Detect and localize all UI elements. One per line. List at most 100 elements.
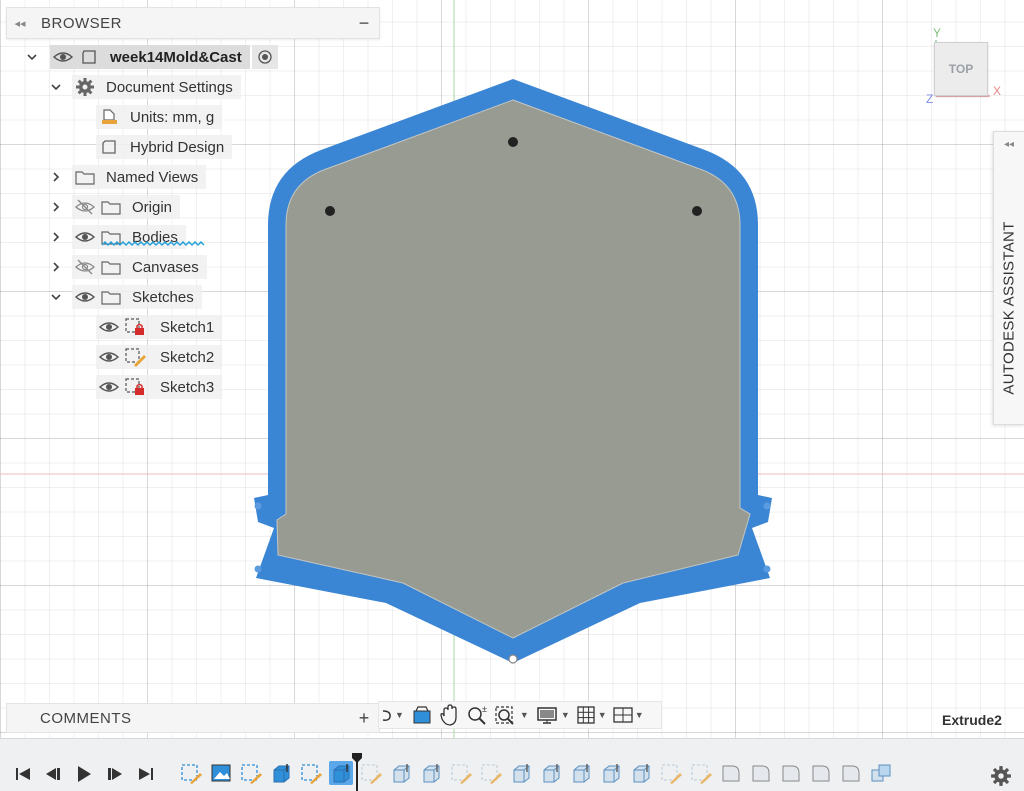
tree-item-document-settings[interactable]: Document Settings [48, 75, 241, 99]
tree-item-bodies[interactable]: Bodies [48, 225, 205, 249]
x-axis-label: X [993, 84, 1002, 98]
timeline-feature-sketch-icon[interactable] [479, 761, 503, 785]
tree-item-sketch1[interactable]: Sketch1 [96, 315, 223, 339]
pin-hole [325, 206, 335, 216]
timeline-feature-sketch-icon[interactable] [689, 761, 713, 785]
timeline-settings-gear-icon[interactable] [988, 763, 1014, 789]
vertex-point [763, 565, 771, 573]
sketch-locked-icon [122, 375, 148, 399]
component-icon [76, 45, 102, 69]
eye-hidden-icon[interactable] [72, 195, 98, 219]
tree-item-canvases[interactable]: Canvases [48, 255, 207, 279]
units-label: Units: mm, g [130, 108, 215, 126]
warning-underline [102, 241, 205, 247]
folder-icon [98, 255, 124, 279]
timeline-feature-extrude-icon[interactable] [389, 761, 413, 785]
play-icon[interactable] [73, 763, 95, 785]
root-component-label: week14Mold&Cast [110, 48, 242, 66]
next-icon[interactable] [104, 763, 126, 785]
timeline-feature-extrude-icon[interactable] [269, 761, 293, 785]
tree-item-sketch2[interactable]: Sketch2 [96, 345, 223, 369]
tree-item-units[interactable]: Units: mm, g [96, 105, 223, 129]
add-comment-button[interactable]: + [349, 708, 379, 729]
viewports-dropdown[interactable]: ▼ [635, 710, 644, 720]
timeline-feature-combine-icon[interactable] [869, 761, 893, 785]
viewports-icon[interactable] [613, 703, 633, 727]
timeline-feature-sketch-icon[interactable] [179, 761, 203, 785]
chevron-down-icon[interactable] [24, 49, 40, 65]
eye-icon[interactable] [72, 225, 98, 249]
timeline-feature-extrude-icon[interactable] [599, 761, 623, 785]
chevron-right-icon[interactable] [48, 259, 64, 275]
timeline-feature-extrude-icon[interactable] [569, 761, 593, 785]
chevron-right-icon[interactable] [48, 199, 64, 215]
view-cube-face-label: TOP [948, 62, 974, 76]
radio-active-icon[interactable] [251, 45, 278, 69]
chevron-down-icon[interactable] [48, 289, 64, 305]
tree-item-root[interactable]: week14Mold&Cast [24, 45, 278, 69]
ruler-icon [96, 105, 122, 129]
tree-item-origin[interactable]: Origin [48, 195, 181, 219]
eye-icon[interactable] [96, 345, 122, 369]
timeline-bar [0, 738, 1024, 791]
timeline-feature-fillet-icon[interactable] [809, 761, 833, 785]
timeline-feature-fillet-icon[interactable] [779, 761, 803, 785]
timeline-feature-fillet-icon[interactable] [719, 761, 743, 785]
tree-item-sketch3[interactable]: Sketch3 [96, 375, 223, 399]
autodesk-assistant-tab[interactable]: ◂◂ AUTODESK ASSISTANT [993, 131, 1024, 425]
vertex-point [254, 565, 262, 573]
orbit-dropdown[interactable]: ▼ [395, 710, 404, 720]
origin-label: Origin [132, 198, 173, 216]
timeline-feature-sketch-icon[interactable] [449, 761, 473, 785]
sketch3-label: Sketch3 [160, 378, 215, 396]
timeline-feature-extrude-icon[interactable] [509, 761, 533, 785]
look-at-icon[interactable] [410, 703, 434, 727]
view-cube[interactable]: TOP [934, 42, 988, 96]
timeline-feature-sketch-icon[interactable] [299, 761, 323, 785]
grid-icon[interactable] [576, 703, 596, 727]
timeline-feature-sketch-icon[interactable] [239, 761, 263, 785]
sketch2-label: Sketch2 [160, 348, 215, 366]
display-dropdown[interactable]: ▼ [561, 710, 570, 720]
tree-item-named-views[interactable]: Named Views [48, 165, 207, 189]
assistant-collapse-button[interactable]: ◂◂ [994, 139, 1024, 150]
timeline-feature-extrude-icon[interactable] [629, 761, 653, 785]
timeline-feature-fillet-icon[interactable] [749, 761, 773, 785]
timeline-feature-sketch-icon[interactable] [659, 761, 683, 785]
timeline-feature-sketch-icon[interactable] [359, 761, 383, 785]
timeline-feature-canvas-icon[interactable] [209, 761, 233, 785]
eye-hidden-icon[interactable] [72, 255, 98, 279]
chevron-right-icon[interactable] [48, 229, 64, 245]
zoom-dropdown[interactable]: ▼ [520, 710, 529, 720]
folder-icon [72, 165, 98, 189]
fit-icon[interactable] [492, 703, 518, 727]
timeline-feature-extrude-icon[interactable] [419, 761, 443, 785]
tree-item-sketches[interactable]: Sketches [48, 285, 202, 309]
browser-minimize-button[interactable]: − [349, 13, 379, 34]
orbit-icon[interactable] [381, 703, 393, 727]
sketches-label: Sketches [132, 288, 194, 306]
zoom-icon[interactable]: ± [464, 703, 492, 727]
eye-icon[interactable] [96, 375, 122, 399]
last-icon[interactable] [135, 763, 157, 785]
timeline-feature-extrude-icon[interactable] [539, 761, 563, 785]
origin-point [508, 654, 518, 664]
previous-icon[interactable] [42, 763, 64, 785]
eye-icon[interactable] [50, 45, 76, 69]
chevron-down-icon[interactable] [48, 79, 64, 95]
timeline-marker[interactable] [352, 753, 362, 791]
eye-icon[interactable] [72, 285, 98, 309]
chevron-right-icon[interactable] [48, 169, 64, 185]
eye-icon[interactable] [96, 315, 122, 339]
display-settings-icon[interactable] [535, 703, 559, 727]
browser-collapse-button[interactable]: ◂◂ [9, 17, 31, 30]
timeline-feature-extrude-icon[interactable] [329, 761, 353, 785]
y-axis-label: Y [933, 26, 942, 40]
tree-item-hybrid-design[interactable]: Hybrid Design [96, 135, 233, 159]
canvases-label: Canvases [132, 258, 199, 276]
sketch-edit-icon [122, 345, 148, 369]
grid-dropdown[interactable]: ▼ [598, 710, 607, 720]
pan-icon[interactable] [434, 703, 464, 727]
timeline-feature-fillet-icon[interactable] [839, 761, 863, 785]
first-icon[interactable] [12, 763, 34, 785]
